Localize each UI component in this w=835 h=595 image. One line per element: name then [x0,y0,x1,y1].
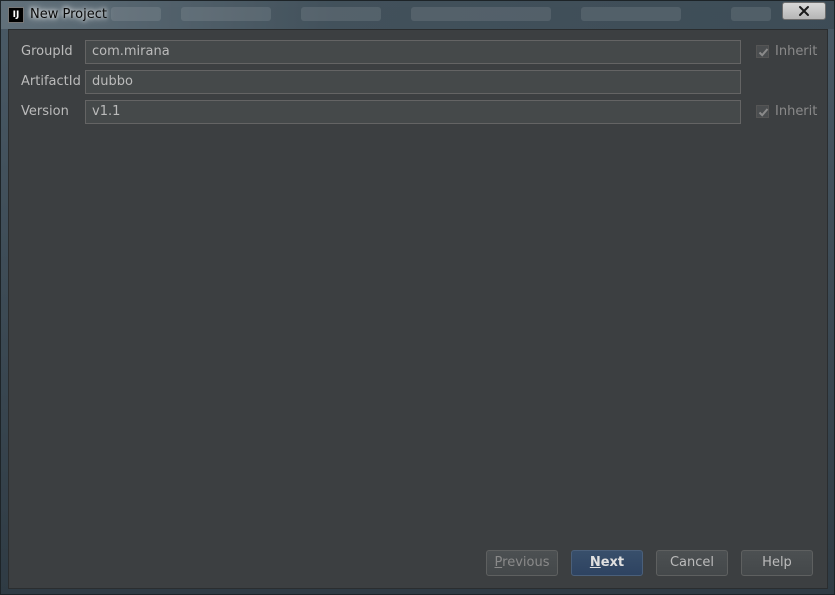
group-id-row: GroupId com.mirana Inherit [21,40,821,64]
group-id-label: GroupId [21,44,73,59]
cancel-button[interactable]: Cancel [656,550,728,576]
title-bar[interactable]: IJ New Project [1,1,834,29]
window-title: New Project [30,7,107,22]
new-project-dialog: IJ New Project GroupId com.mirana Inheri… [0,0,835,595]
next-button[interactable]: Next [571,550,643,576]
previous-button[interactable]: Previous [486,550,558,576]
close-button[interactable] [782,2,826,20]
next-label-rest: ext [600,555,625,570]
background-blur [181,7,271,21]
intellij-icon: IJ [9,8,23,22]
background-blur [581,7,681,21]
background-blur [731,7,771,21]
group-id-inherit-checkbox[interactable] [756,45,769,58]
previous-label-rest: revious [502,555,550,570]
group-id-inherit-label: Inherit [775,44,818,59]
version-inherit-checkbox[interactable] [756,105,769,118]
artifact-id-field[interactable]: dubbo [85,70,741,94]
artifact-id-label: ArtifactId [21,74,81,89]
help-button[interactable]: Help [741,550,813,576]
background-blur [111,7,161,21]
close-icon [798,5,810,17]
checkmark-icon [758,48,769,57]
previous-mnemonic: P [494,555,503,570]
checkmark-icon [758,108,769,117]
version-row: Version v1.1 Inherit [21,100,821,124]
version-field[interactable]: v1.1 [85,100,741,124]
group-id-inherit[interactable]: Inherit [756,44,817,59]
artifact-id-row: ArtifactId dubbo [21,70,821,94]
dialog-content: GroupId com.mirana Inherit ArtifactId du… [8,29,828,589]
version-inherit-label: Inherit [775,104,818,119]
version-inherit[interactable]: Inherit [756,104,817,119]
next-mnemonic: N [589,555,601,570]
background-blur [411,7,551,21]
background-blur [301,7,381,21]
version-label: Version [21,104,69,119]
group-id-field[interactable]: com.mirana [85,40,741,64]
